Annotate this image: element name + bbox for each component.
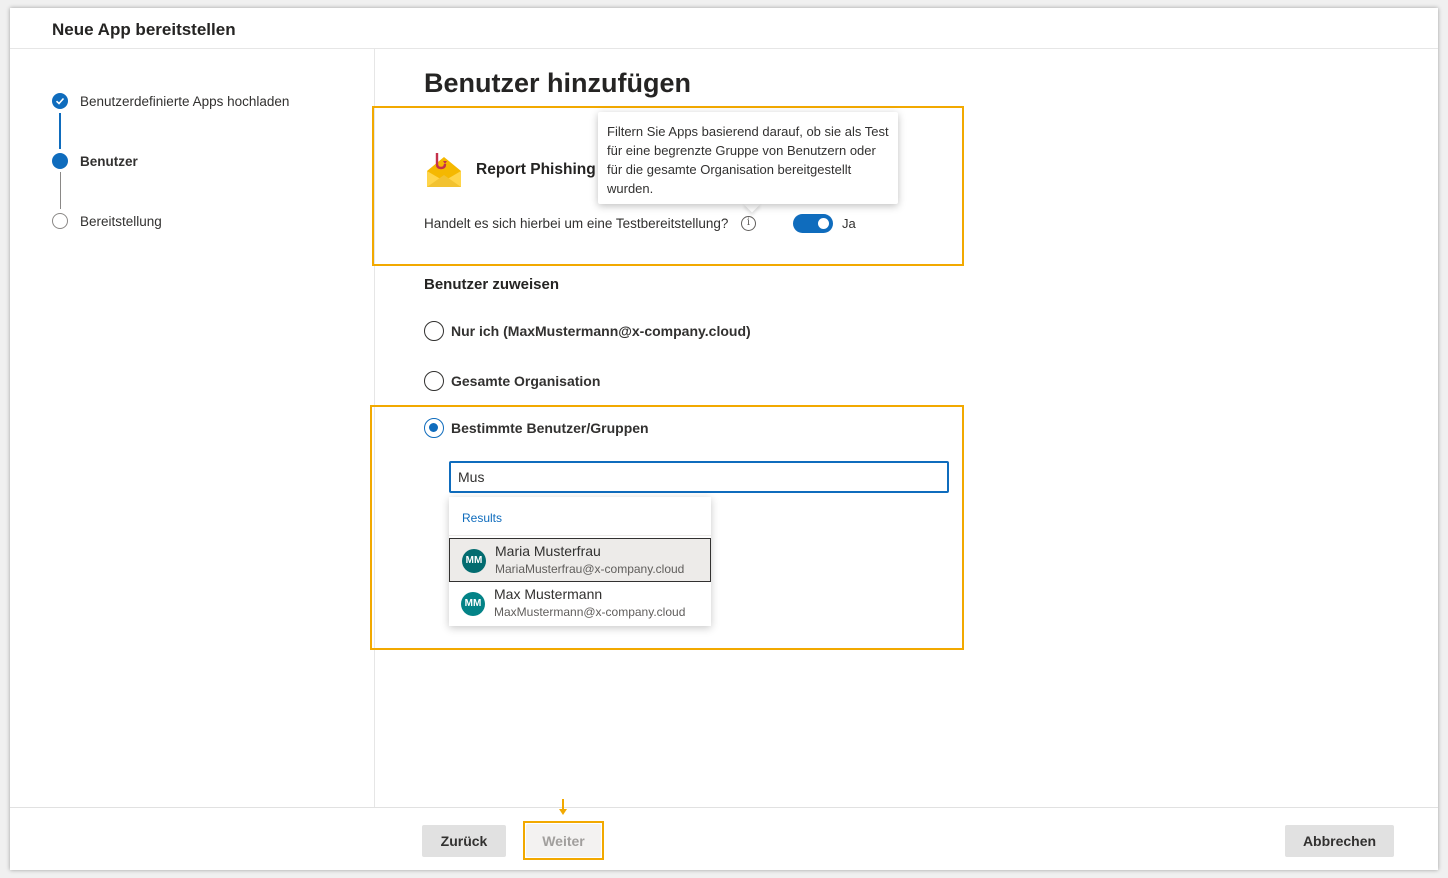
envelope-hook-icon [427,153,461,187]
page-title: Benutzer hinzufügen [424,68,691,98]
next-button[interactable]: Weiter [526,824,601,857]
step-label: Benutzerdefinierte Apps hochladen [80,93,290,109]
results-label: Results [462,511,503,525]
header-divider [10,48,1438,49]
assign-users-title: Benutzer zuweisen [424,276,560,293]
pending-step-circle-icon [52,213,68,229]
toggle-knob [818,218,829,229]
result-person-max[interactable]: MM Max Mustermann MaxMustermann@x-compan… [449,582,711,626]
radio-only-me[interactable]: Nur ich (MaxMustermann@x-company.cloud) [424,321,751,341]
radio-label: Nur ich (MaxMustermann@x-company.cloud) [451,323,751,339]
radio-label: Gesamte Organisation [451,373,601,389]
step-label: Benutzer [80,153,138,169]
result-person-maria[interactable]: MM Maria Musterfrau MariaMusterfrau@x-co… [449,538,711,582]
current-step-dot-icon [52,153,68,169]
person-email: MaxMustermann@x-company.cloud [494,605,686,619]
person-email: MariaMusterfrau@x-company.cloud [495,562,685,576]
radio-circle-checked[interactable] [424,418,444,438]
person-name: Max Mustermann [494,586,603,602]
back-button[interactable]: Zurück [422,825,506,857]
arrow-marker-head [559,809,567,815]
step-users[interactable]: Benutzer [52,153,138,169]
results-divider [449,535,711,536]
info-icon[interactable]: i [741,216,756,231]
radio-specific-users[interactable]: Bestimmte Benutzer/Gruppen [424,418,649,438]
dialog-title: Neue App bereitstellen [52,20,236,39]
step-label: Bereitstellung [80,213,162,229]
app-name: Report Phishing [476,161,596,178]
avatar: MM [462,549,486,573]
test-deployment-question: Handelt es sich hierbei um eine Testbere… [424,216,729,231]
info-tooltip: Filtern Sie Apps basierend darauf, ob si… [598,112,898,204]
step-deployment[interactable]: Bereitstellung [52,213,162,229]
radio-circle[interactable] [424,371,444,391]
avatar: MM [461,592,485,616]
step-connector-2 [60,172,61,209]
user-search-input[interactable]: Mus [449,461,949,493]
radio-label: Bestimmte Benutzer/Gruppen [451,420,649,436]
toggle-label: Ja [842,216,856,231]
test-deployment-toggle[interactable] [793,214,833,233]
radio-entire-organization[interactable]: Gesamte Organisation [424,371,600,391]
checkmark-icon [52,93,68,109]
person-name: Maria Musterfrau [495,543,601,559]
search-results-dropdown: Results MM Maria Musterfrau MariaMusterf… [449,497,711,626]
cancel-button[interactable]: Abbrechen [1285,825,1394,857]
step-connector-1 [59,113,61,149]
footer-divider [10,807,1438,808]
deploy-app-dialog: Neue App bereitstellen Benutzerdefiniert… [10,8,1438,870]
step-upload[interactable]: Benutzerdefinierte Apps hochladen [52,93,289,109]
radio-circle[interactable] [424,321,444,341]
